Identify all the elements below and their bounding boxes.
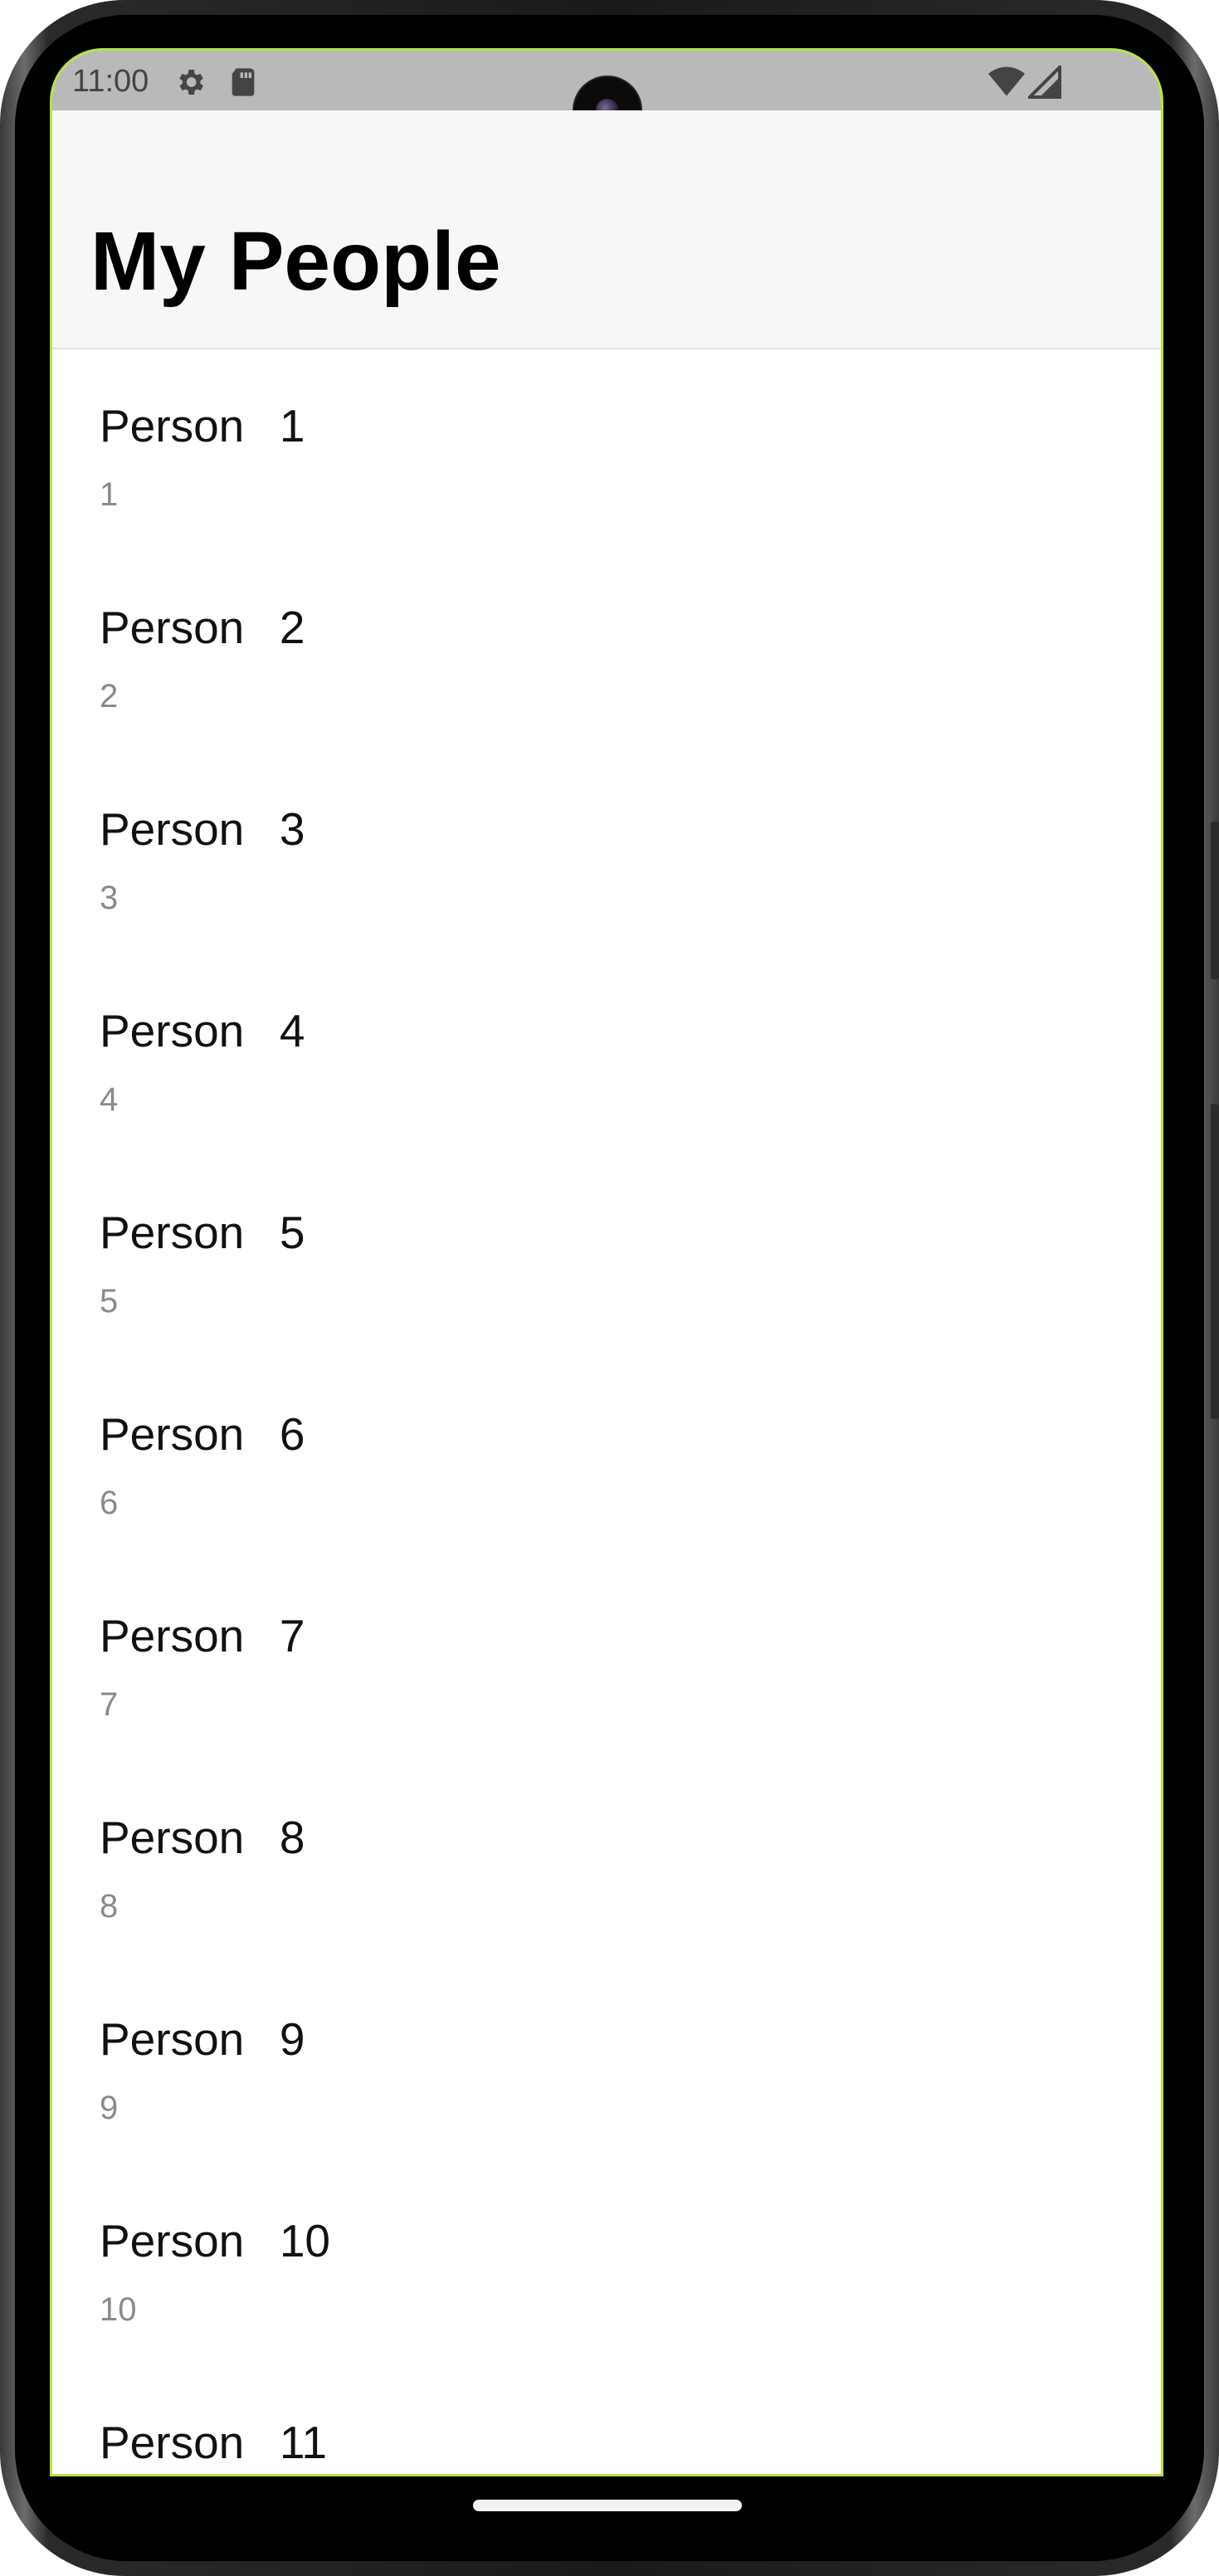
phone-device-frame: 11:00 My People Person 1 1 Person 2 2 Pe… [0, 0, 1219, 2576]
person-name: Person 9 [100, 2013, 305, 2065]
list-item[interactable]: Person 11 11 [52, 2366, 1161, 2474]
person-name: Person 6 [100, 1408, 305, 1460]
cell-signal-icon [1026, 63, 1061, 103]
person-name: Person 7 [100, 1610, 305, 1661]
person-id: 3 [100, 880, 119, 916]
person-id: 10 [100, 2291, 137, 2328]
list-item[interactable]: Person 4 4 [52, 954, 1161, 1156]
list-item[interactable]: Person 3 3 [52, 753, 1161, 954]
person-id: 5 [100, 1283, 119, 1320]
power-button [1211, 822, 1219, 979]
list-item[interactable]: Person 2 2 [52, 551, 1161, 753]
home-indicator[interactable] [473, 2500, 742, 2511]
list-item[interactable]: Person 10 10 [52, 2164, 1161, 2366]
person-name: Person 8 [100, 1812, 305, 1863]
person-name: Person 5 [100, 1207, 305, 1258]
list-item[interactable]: Person 6 6 [52, 1358, 1161, 1559]
person-id: 4 [100, 1081, 119, 1118]
page-title: My People [90, 215, 501, 308]
list-item[interactable]: Person 1 1 [52, 349, 1161, 551]
status-time: 11:00 [72, 64, 149, 99]
person-id: 7 [100, 1686, 119, 1723]
wifi-icon [988, 66, 1025, 103]
person-id: 8 [100, 1888, 119, 1925]
sd-card-icon [228, 66, 258, 103]
list-item[interactable]: Person 9 9 [52, 1963, 1161, 2164]
person-name: Person 1 [100, 400, 305, 451]
list-item[interactable]: Person 5 5 [52, 1156, 1161, 1358]
app-screen: 11:00 My People Person 1 1 Person 2 2 Pe… [50, 48, 1163, 2476]
person-id: 1 [100, 476, 119, 513]
person-id: 9 [100, 2090, 119, 2126]
person-name: Person 10 [100, 2215, 331, 2266]
person-name: Person 11 [100, 2417, 327, 2468]
volume-button [1211, 1104, 1219, 1419]
list-item[interactable]: Person 8 8 [52, 1761, 1161, 1963]
person-id: 6 [100, 1485, 119, 1521]
person-id: 2 [100, 678, 119, 715]
person-name: Person 4 [100, 1005, 305, 1056]
settings-icon [173, 66, 207, 103]
list-item[interactable]: Person 7 7 [52, 1559, 1161, 1761]
person-name: Person 3 [100, 803, 305, 855]
person-name: Person 2 [100, 602, 305, 653]
